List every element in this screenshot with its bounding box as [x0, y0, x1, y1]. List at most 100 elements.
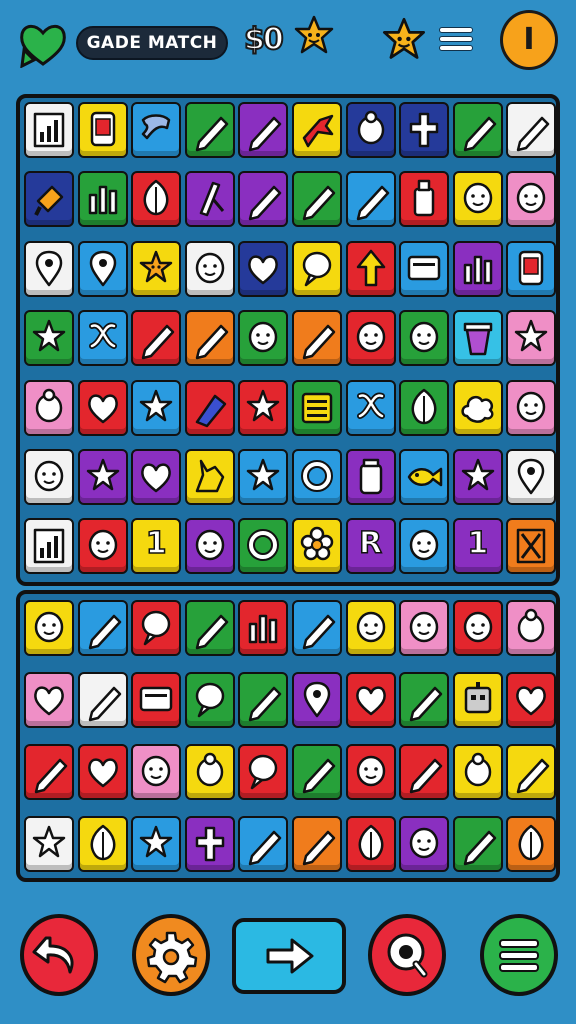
tile[interactable]	[131, 171, 182, 228]
tile[interactable]	[184, 310, 235, 367]
tile[interactable]	[238, 240, 289, 297]
tile[interactable]	[399, 449, 450, 505]
heart-icon[interactable]	[18, 20, 68, 69]
tile[interactable]: 1	[452, 518, 503, 575]
tile[interactable]	[24, 171, 74, 228]
tile[interactable]	[506, 171, 557, 228]
tile[interactable]	[452, 171, 503, 228]
tile[interactable]	[345, 672, 396, 728]
tile[interactable]	[292, 518, 342, 575]
tile[interactable]	[506, 102, 557, 158]
tile[interactable]	[345, 816, 396, 872]
info-button[interactable]: I	[500, 10, 558, 70]
tile[interactable]	[345, 600, 396, 656]
tile[interactable]	[506, 600, 557, 656]
tile[interactable]	[238, 379, 289, 436]
tile[interactable]	[77, 240, 128, 297]
tile[interactable]	[399, 102, 450, 158]
tile[interactable]	[184, 744, 235, 800]
tile[interactable]	[131, 672, 182, 728]
tile[interactable]	[131, 816, 182, 872]
tile[interactable]	[506, 240, 557, 297]
tile[interactable]	[184, 171, 235, 228]
tile[interactable]	[345, 744, 396, 800]
tile[interactable]	[131, 379, 182, 436]
tile[interactable]	[506, 310, 557, 367]
tile[interactable]	[184, 102, 235, 158]
tile[interactable]	[238, 171, 289, 228]
tile[interactable]	[506, 379, 557, 436]
tile[interactable]	[24, 672, 74, 728]
tile[interactable]	[184, 672, 235, 728]
next-button[interactable]	[232, 918, 346, 994]
tile[interactable]	[452, 102, 503, 158]
tile[interactable]	[399, 518, 450, 575]
tile[interactable]	[131, 102, 182, 158]
tile[interactable]	[399, 240, 450, 297]
undo-button[interactable]	[20, 914, 98, 996]
tile[interactable]	[77, 171, 128, 228]
tile[interactable]	[24, 102, 74, 158]
tile[interactable]	[506, 744, 557, 800]
tile[interactable]	[506, 449, 557, 505]
tile[interactable]	[77, 672, 128, 728]
tile[interactable]	[131, 240, 182, 297]
tile[interactable]	[238, 310, 289, 367]
tile[interactable]	[292, 171, 342, 228]
tile[interactable]	[506, 816, 557, 872]
tile[interactable]	[24, 379, 74, 436]
tile[interactable]	[399, 816, 450, 872]
tile[interactable]	[292, 600, 342, 656]
tile[interactable]	[131, 744, 182, 800]
tile[interactable]	[452, 379, 503, 436]
tile[interactable]	[452, 449, 503, 505]
tile[interactable]	[452, 672, 503, 728]
tile[interactable]	[292, 672, 342, 728]
tile[interactable]	[399, 379, 450, 436]
tile[interactable]	[24, 600, 74, 656]
tile[interactable]	[77, 816, 128, 872]
menu-icon[interactable]	[440, 24, 472, 54]
tile[interactable]: 1	[131, 518, 182, 575]
tile[interactable]	[506, 518, 557, 575]
settings-button[interactable]	[132, 914, 210, 996]
tile[interactable]	[292, 744, 342, 800]
tile[interactable]	[345, 240, 396, 297]
tile[interactable]	[77, 449, 128, 505]
tile[interactable]	[292, 310, 342, 367]
tile[interactable]	[184, 518, 235, 575]
tile[interactable]	[238, 449, 289, 505]
tile[interactable]	[238, 744, 289, 800]
tile[interactable]	[131, 449, 182, 505]
tile[interactable]	[24, 816, 74, 872]
tile[interactable]	[399, 171, 450, 228]
search-button[interactable]	[368, 914, 446, 996]
tile[interactable]	[452, 240, 503, 297]
tile[interactable]	[238, 102, 289, 158]
tile[interactable]	[24, 744, 74, 800]
tile[interactable]	[184, 240, 235, 297]
tile[interactable]	[399, 310, 450, 367]
tile[interactable]: R	[345, 518, 396, 575]
tile[interactable]	[77, 379, 128, 436]
tile[interactable]	[24, 310, 74, 367]
tile[interactable]	[131, 600, 182, 656]
tile[interactable]	[77, 600, 128, 656]
tile[interactable]	[184, 379, 235, 436]
tile[interactable]	[238, 816, 289, 872]
tile[interactable]	[345, 310, 396, 367]
tile[interactable]	[77, 518, 128, 575]
tile[interactable]	[452, 816, 503, 872]
tile[interactable]	[452, 744, 503, 800]
tile[interactable]	[452, 310, 503, 367]
tile[interactable]	[292, 379, 342, 436]
tile[interactable]	[77, 744, 128, 800]
tile[interactable]	[77, 102, 128, 158]
tile[interactable]	[506, 672, 557, 728]
tile[interactable]	[238, 600, 289, 656]
tile[interactable]	[24, 240, 74, 297]
tile[interactable]	[238, 672, 289, 728]
tile[interactable]	[292, 816, 342, 872]
tile[interactable]	[345, 171, 396, 228]
tile[interactable]	[399, 672, 450, 728]
